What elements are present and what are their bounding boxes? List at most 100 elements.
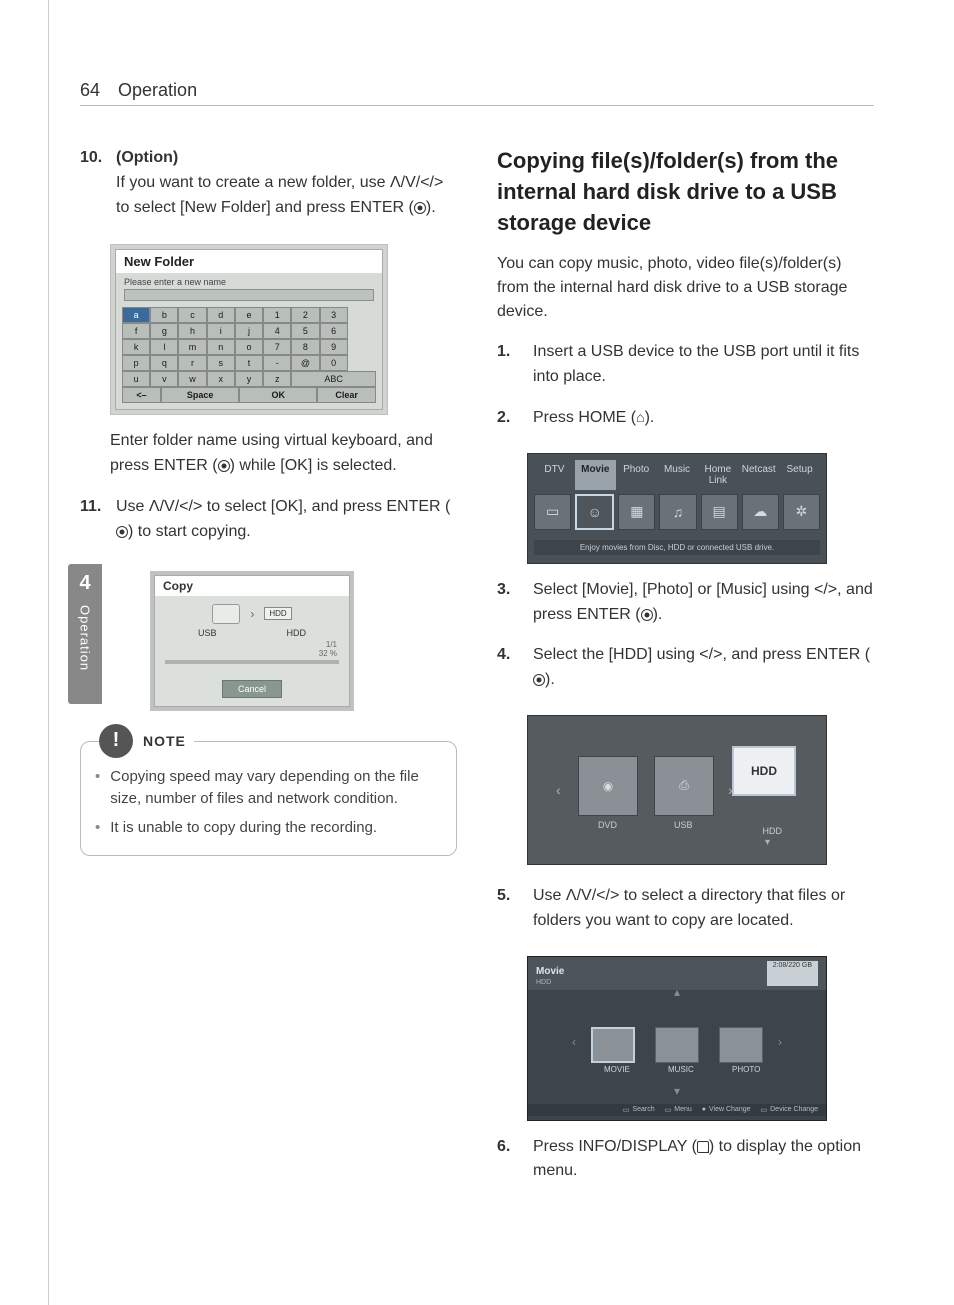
step-10: 10. (Option) If you want to create a new… xyxy=(80,146,457,220)
intro-text: You can copy music, photo, video file(s)… xyxy=(497,252,874,324)
bullet-icon: • xyxy=(95,817,100,840)
enter-icon xyxy=(218,460,230,472)
step-number: 6. xyxy=(497,1135,525,1185)
step-text: If you want to create a new folder, use xyxy=(116,174,390,191)
text: ). xyxy=(645,409,655,426)
movie-title: Movie xyxy=(536,966,564,977)
step-subtitle: (Option) xyxy=(116,149,178,166)
folder-label: PHOTO xyxy=(732,1065,760,1074)
copy-count: 1/1 xyxy=(167,640,337,649)
progress-bar xyxy=(165,660,339,664)
vk-bottom-row: <– Space OK Clear xyxy=(122,387,376,403)
vk-input xyxy=(124,289,374,301)
note-item: • Copying speed may vary depending on th… xyxy=(95,766,442,811)
text: Use xyxy=(533,887,566,904)
photo-icon: ▦ xyxy=(618,494,655,530)
dtv-icon: ▭ xyxy=(534,494,571,530)
info-display-icon xyxy=(697,1141,709,1153)
arrow-left-icon: ‹ xyxy=(556,782,561,798)
text: , and press ENTER ( xyxy=(722,646,870,663)
enter-icon xyxy=(414,202,426,214)
text: ) to start copying. xyxy=(128,523,251,540)
vk-key: c xyxy=(178,307,206,323)
step-number: 11. xyxy=(80,495,108,545)
vk-key: u xyxy=(122,371,150,387)
vk-key-abc: ABC xyxy=(291,371,376,387)
folder xyxy=(719,1027,763,1063)
step-6: 6. Press INFO/DISPLAY () to display the … xyxy=(497,1135,874,1185)
text: Press HOME ( xyxy=(533,409,636,426)
text: Select [Movie], [Photo] or [Music] using xyxy=(533,581,814,598)
movie-sub: HDD xyxy=(536,979,564,986)
copy-percent: 32 % xyxy=(167,649,337,658)
movie-icon: ☺ xyxy=(575,494,614,530)
text: ). xyxy=(653,606,663,623)
chevron-down-icon: ▾ xyxy=(765,837,770,848)
text: to select [OK], and press ENTER ( xyxy=(202,498,450,515)
vk-key: s xyxy=(207,355,235,371)
movie-time: 2:08/220 GB xyxy=(767,961,818,986)
vk-key: z xyxy=(263,371,291,387)
enter-icon xyxy=(116,526,128,538)
step-text: Insert a USB device to the USB port unti… xyxy=(533,340,874,390)
enter-icon xyxy=(533,674,545,686)
hdd-label: HDD xyxy=(763,826,783,836)
vk-key: y xyxy=(235,371,263,387)
vk-key: a xyxy=(122,307,150,323)
movie-footer: ▭ Search ▭ Menu ● View Change ▭ Device C… xyxy=(528,1104,826,1116)
vk-key: q xyxy=(150,355,178,371)
nav-glyph: Λ/V/</> xyxy=(149,498,202,515)
vk-key: 4 xyxy=(263,323,291,339)
cancel-button: Cancel xyxy=(222,680,282,698)
screenshot-virtual-keyboard: New Folder Please enter a new name a b c… xyxy=(110,244,388,415)
home-icon: ⌂ xyxy=(636,409,644,425)
vk-key: m xyxy=(178,339,206,355)
step-11: 11. Use Λ/V/</> to select [OK], and pres… xyxy=(80,495,457,545)
footer-item: ● View Change xyxy=(702,1106,751,1114)
hdd-box: HDD xyxy=(732,746,796,796)
vk-key: l xyxy=(150,339,178,355)
home-tab: Setup xyxy=(779,460,820,490)
folder-active xyxy=(591,1027,635,1063)
vk-key: d xyxy=(207,307,235,323)
vk-key: 1 xyxy=(263,307,291,323)
vk-key: - xyxy=(263,355,291,371)
note-box: ! NOTE • Copying speed may vary dependin… xyxy=(80,741,457,857)
vk-ok: OK xyxy=(239,387,317,403)
section-heading: Copying file(s)/folder(s) from the inter… xyxy=(497,146,874,238)
step-number: 2. xyxy=(497,406,525,431)
page-header: 64 Operation xyxy=(80,80,874,106)
vk-key: b xyxy=(150,307,178,323)
folder-label: MUSIC xyxy=(668,1065,694,1074)
vk-key: o xyxy=(235,339,263,355)
vk-key: 3 xyxy=(320,307,348,323)
step-number: 5. xyxy=(497,884,525,934)
nav-glyph: </> xyxy=(814,581,837,598)
usb-icon xyxy=(212,604,240,624)
vk-key: 9 xyxy=(320,339,348,355)
screenshot-copy-dialog: Copy › HDD USB HDD 1/1 32 % Cancel xyxy=(150,571,354,711)
vk-back: <– xyxy=(122,387,161,403)
page-number: 64 xyxy=(80,80,100,101)
text: ) while [OK] is selected. xyxy=(230,457,397,474)
vk-key: 2 xyxy=(291,307,319,323)
text: ). xyxy=(545,671,555,688)
vk-clear: Clear xyxy=(317,387,376,403)
enter-icon xyxy=(641,609,653,621)
vk-key: k xyxy=(122,339,150,355)
right-column: Copying file(s)/folder(s) from the inter… xyxy=(497,146,874,1200)
step-3: 3. Select [Movie], [Photo] or [Music] us… xyxy=(497,578,874,628)
chapter-label: Operation xyxy=(78,605,93,671)
copy-dst-label: HDD xyxy=(286,628,306,638)
step-text: ). xyxy=(426,199,436,216)
vk-key: 5 xyxy=(291,323,319,339)
copy-src-label: USB xyxy=(198,628,217,638)
step-4: 4. Select the [HDD] using </>, and press… xyxy=(497,643,874,693)
footer-item: ▭ Menu xyxy=(665,1106,692,1114)
chevron-right-icon: › xyxy=(778,1035,782,1049)
note-text: Copying speed may vary depending on the … xyxy=(110,766,442,811)
note-label: NOTE xyxy=(143,733,186,749)
vk-key: x xyxy=(207,371,235,387)
vk-key: p xyxy=(122,355,150,371)
vk-key: j xyxy=(235,323,263,339)
